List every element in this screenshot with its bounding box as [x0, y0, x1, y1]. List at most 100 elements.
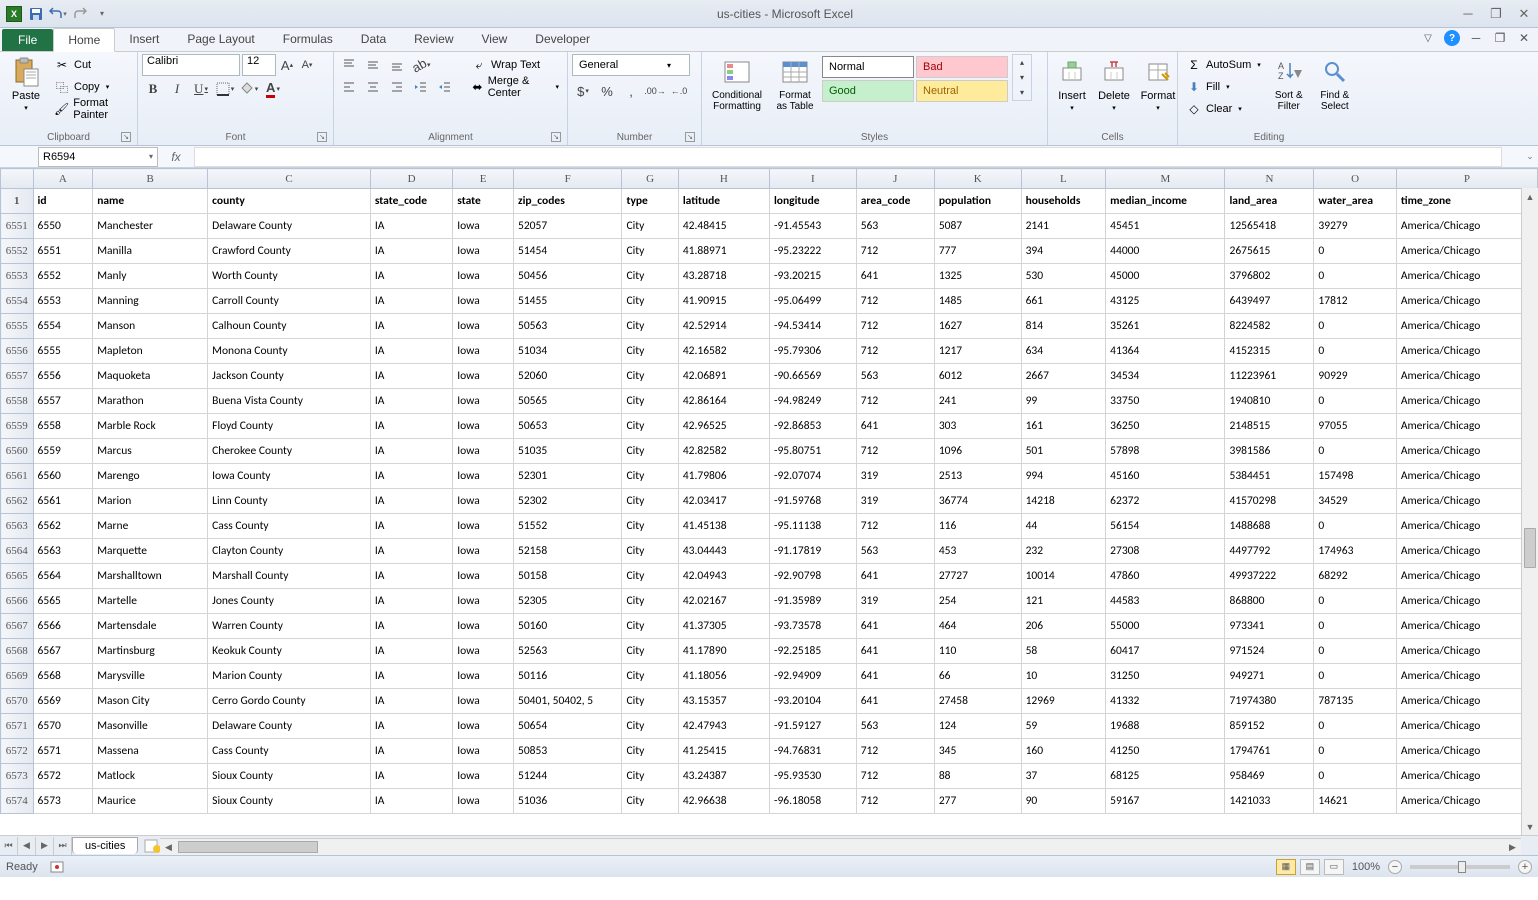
cell[interactable]: City	[622, 489, 678, 514]
cell[interactable]: 49937222	[1225, 564, 1314, 589]
format-cells-button[interactable]: Format▾	[1136, 54, 1180, 114]
cell[interactable]: 958469	[1225, 764, 1314, 789]
cell[interactable]: 777	[934, 239, 1021, 264]
row-header[interactable]: 6566	[1, 589, 34, 614]
cell[interactable]: Floyd County	[208, 414, 371, 439]
cell[interactable]: 319	[856, 464, 934, 489]
cell[interactable]: Marysville	[93, 664, 208, 689]
cell[interactable]: 59	[1021, 714, 1106, 739]
row-header[interactable]: 6571	[1, 714, 34, 739]
cell[interactable]: 8224582	[1225, 314, 1314, 339]
cell[interactable]: -95.80751	[769, 439, 856, 464]
cell[interactable]: 319	[856, 589, 934, 614]
scroll-down-button[interactable]: ▼	[1522, 818, 1538, 835]
cell[interactable]: City	[622, 689, 678, 714]
clear-button[interactable]: ◇Clear▾	[1182, 98, 1265, 120]
cell[interactable]: id	[33, 189, 93, 214]
cell[interactable]: 6556	[33, 364, 93, 389]
cell[interactable]: 661	[1021, 289, 1106, 314]
cell[interactable]: Iowa	[453, 389, 514, 414]
cell[interactable]: Delaware County	[208, 214, 371, 239]
cell[interactable]: 6561	[33, 489, 93, 514]
cell[interactable]: City	[622, 764, 678, 789]
row-header[interactable]: 6563	[1, 514, 34, 539]
row-header[interactable]: 6554	[1, 289, 34, 314]
cell[interactable]: 6557	[33, 389, 93, 414]
mdi-close-icon[interactable]: ✕	[1516, 30, 1532, 46]
cell[interactable]: 44000	[1106, 239, 1225, 264]
row-header[interactable]: 6558	[1, 389, 34, 414]
increase-decimal-button[interactable]: .00→	[644, 80, 666, 102]
cell[interactable]: 71974380	[1225, 689, 1314, 714]
row-header[interactable]: 6565	[1, 564, 34, 589]
cell[interactable]: 0	[1314, 589, 1396, 614]
cell[interactable]: 51035	[514, 439, 622, 464]
cell[interactable]: 6555	[33, 339, 93, 364]
cell[interactable]: 36774	[934, 489, 1021, 514]
accounting-format-button[interactable]: $▾	[572, 80, 594, 102]
cell[interactable]: IA	[370, 264, 452, 289]
cell[interactable]: Manning	[93, 289, 208, 314]
cell[interactable]: Iowa County	[208, 464, 371, 489]
cell[interactable]: America/Chicago	[1396, 439, 1537, 464]
cell[interactable]: -94.98249	[769, 389, 856, 414]
cell[interactable]: 712	[856, 289, 934, 314]
cell[interactable]: IA	[370, 539, 452, 564]
cell[interactable]: America/Chicago	[1396, 664, 1537, 689]
cell[interactable]: Iowa	[453, 289, 514, 314]
cell[interactable]: 1096	[934, 439, 1021, 464]
align-center-button[interactable]	[362, 76, 384, 98]
align-top-button[interactable]	[338, 54, 360, 76]
clipboard-launcher[interactable]: ↘	[121, 132, 131, 142]
cell[interactable]: IA	[370, 289, 452, 314]
alignment-launcher[interactable]: ↘	[551, 132, 561, 142]
row-header[interactable]: 6572	[1, 739, 34, 764]
cell[interactable]: 52302	[514, 489, 622, 514]
cell[interactable]: City	[622, 264, 678, 289]
cell[interactable]: 41.18056	[678, 664, 769, 689]
cell[interactable]: 99	[1021, 389, 1106, 414]
cell[interactable]: -95.11138	[769, 514, 856, 539]
cell[interactable]: IA	[370, 314, 452, 339]
cell[interactable]: 27727	[934, 564, 1021, 589]
cell[interactable]: 6569	[33, 689, 93, 714]
cell[interactable]: 787135	[1314, 689, 1396, 714]
cell[interactable]: zip_codes	[514, 189, 622, 214]
cell[interactable]: 42.16582	[678, 339, 769, 364]
cell[interactable]: America/Chicago	[1396, 614, 1537, 639]
cell[interactable]: IA	[370, 214, 452, 239]
cell[interactable]: America/Chicago	[1396, 389, 1537, 414]
cell[interactable]: 42.52914	[678, 314, 769, 339]
cell[interactable]: 124	[934, 714, 1021, 739]
delete-cells-button[interactable]: Delete▾	[1094, 54, 1134, 114]
row-header[interactable]: 6559	[1, 414, 34, 439]
cell[interactable]: IA	[370, 714, 452, 739]
cell[interactable]: Maurice	[93, 789, 208, 814]
column-header-D[interactable]: D	[370, 169, 452, 189]
cell[interactable]: 41570298	[1225, 489, 1314, 514]
cell[interactable]: City	[622, 364, 678, 389]
cell[interactable]: -93.20215	[769, 264, 856, 289]
tab-insert[interactable]: Insert	[115, 28, 173, 51]
fx-icon[interactable]: fx	[166, 150, 186, 164]
sheet-nav-last[interactable]: ⏭	[54, 837, 72, 855]
cell[interactable]: 34534	[1106, 364, 1225, 389]
horizontal-scrollbar[interactable]: ◀ ▶	[160, 838, 1521, 855]
cell[interactable]: City	[622, 539, 678, 564]
normal-view-button[interactable]: ▦	[1276, 859, 1296, 875]
format-as-table-button[interactable]: Format as Table	[770, 54, 820, 114]
cell[interactable]: 994	[1021, 464, 1106, 489]
close-button[interactable]: ✕	[1514, 6, 1534, 22]
row-header[interactable]: 6569	[1, 664, 34, 689]
font-size-select[interactable]: 12	[242, 54, 276, 76]
cell[interactable]: 45000	[1106, 264, 1225, 289]
cell[interactable]: type	[622, 189, 678, 214]
tab-home[interactable]: Home	[53, 28, 115, 52]
cell[interactable]: 41250	[1106, 739, 1225, 764]
cell[interactable]: 0	[1314, 764, 1396, 789]
cell[interactable]: Matlock	[93, 764, 208, 789]
cell[interactable]: 11223961	[1225, 364, 1314, 389]
cell[interactable]: 42.86164	[678, 389, 769, 414]
cell[interactable]: City	[622, 339, 678, 364]
row-header[interactable]: 6555	[1, 314, 34, 339]
